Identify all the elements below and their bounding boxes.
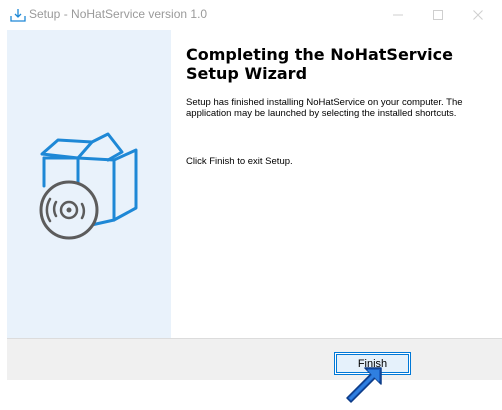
box-with-disc-icon [36, 128, 146, 245]
button-bar [7, 339, 502, 380]
close-icon [473, 10, 483, 20]
maximize-icon [433, 10, 443, 20]
blue-arrow-pointer-icon [341, 366, 383, 410]
wizard-side-panel [7, 30, 171, 338]
close-button[interactable] [458, 0, 498, 30]
title-bar[interactable]: Setup - NoHatService version 1.0 [0, 0, 502, 30]
maximize-button[interactable] [418, 0, 458, 30]
wizard-content: Completing the NoHatService Setup Wizard… [171, 30, 502, 338]
setup-installer-icon [10, 8, 26, 22]
install-complete-text: Setup has finished installing NoHatServi… [186, 97, 463, 119]
setup-wizard-window: Setup - NoHatService version 1.0 Complet… [0, 0, 502, 410]
minimize-button[interactable] [378, 0, 418, 30]
minimize-icon [393, 14, 403, 16]
page-title: Completing the NoHatService Setup Wizard [186, 45, 453, 83]
window-title: Setup - NoHatService version 1.0 [29, 7, 208, 21]
exit-instruction-text: Click Finish to exit Setup. [186, 156, 293, 167]
